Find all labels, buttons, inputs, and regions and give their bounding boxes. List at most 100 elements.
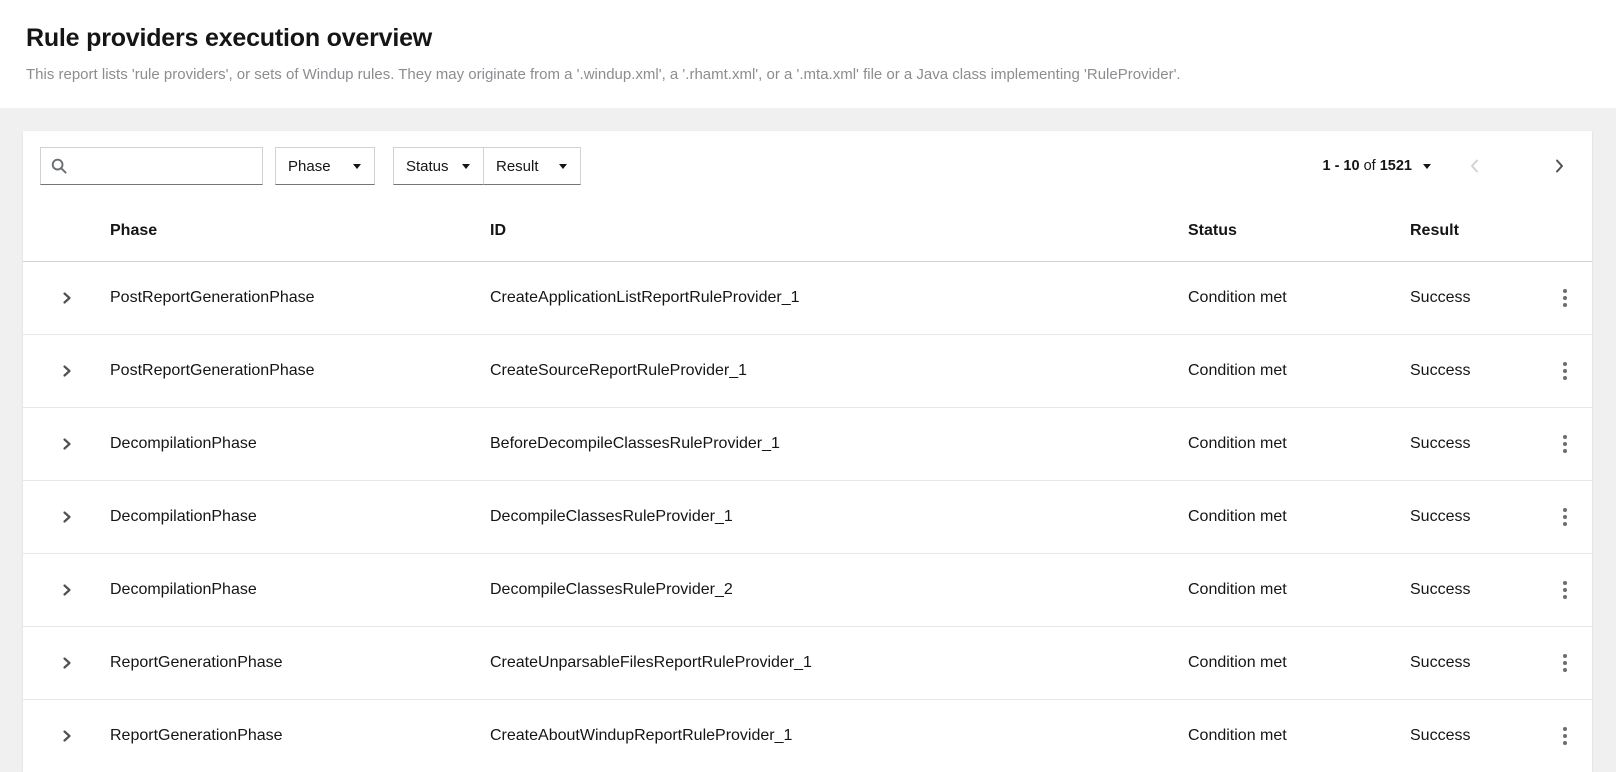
cell-id: CreateAboutWindupReportRuleProvider_1 (490, 727, 1188, 745)
row-actions-kebab-button[interactable] (1557, 502, 1573, 532)
row-actions-kebab-button[interactable] (1557, 648, 1573, 678)
chevron-right-icon (60, 656, 74, 670)
expand-row-button[interactable] (54, 431, 80, 457)
rule-providers-table: Phase ID Status Result PostReportGenerat… (23, 201, 1592, 772)
row-actions-kebab-button[interactable] (1557, 283, 1573, 313)
chevron-right-icon (60, 583, 74, 597)
kebab-icon (1563, 654, 1567, 672)
column-header-status: Status (1188, 222, 1410, 240)
table-row: DecompilationPhase BeforeDecompileClasse… (23, 408, 1592, 481)
table-row: DecompilationPhase DecompileClassesRuleP… (23, 481, 1592, 554)
kebab-icon (1563, 508, 1567, 526)
pagination-menu-toggle[interactable]: 1 - 10 of 1521 (1322, 158, 1431, 174)
cell-phase: ReportGenerationPhase (110, 654, 490, 672)
page-description: This report lists 'rule providers', or s… (26, 66, 1588, 83)
cell-id: CreateSourceReportRuleProvider_1 (490, 362, 1188, 380)
kebab-icon (1563, 581, 1567, 599)
table-row: DecompilationPhase DecompileClassesRuleP… (23, 554, 1592, 627)
chevron-down-icon (353, 164, 361, 169)
status-filter-label: Status (406, 158, 449, 175)
cell-id: CreateUnparsableFilesReportRuleProvider_… (490, 654, 1188, 672)
cell-status: Condition met (1188, 581, 1410, 599)
kebab-icon (1563, 435, 1567, 453)
chevron-down-icon (559, 164, 567, 169)
cell-phase: DecompilationPhase (110, 435, 490, 453)
previous-page-button[interactable] (1469, 158, 1480, 174)
table-row: PostReportGenerationPhase CreateSourceRe… (23, 335, 1592, 408)
row-actions-kebab-button[interactable] (1557, 575, 1573, 605)
cell-status: Condition met (1188, 435, 1410, 453)
column-header-id: ID (490, 222, 1188, 240)
table-toolbar: Phase Status Result 1 - 10 of 1521 (23, 131, 1592, 201)
cell-id: CreateApplicationListReportRuleProvider_… (490, 289, 1188, 307)
table-row: ReportGenerationPhase CreateUnparsableFi… (23, 627, 1592, 700)
chevron-right-icon (60, 291, 74, 305)
chevron-down-icon (1423, 164, 1431, 169)
cell-status: Condition met (1188, 362, 1410, 380)
cell-status: Condition met (1188, 289, 1410, 307)
table-row: ReportGenerationPhase CreateAboutWindupR… (23, 700, 1592, 772)
result-filter-dropdown[interactable]: Result (484, 147, 581, 185)
row-actions-kebab-button[interactable] (1557, 429, 1573, 459)
search-box (40, 147, 263, 185)
column-header-result: Result (1410, 222, 1537, 240)
expand-row-button[interactable] (54, 504, 80, 530)
pagination-range: 1 - 10 of 1521 (1322, 158, 1412, 174)
row-actions-kebab-button[interactable] (1557, 356, 1573, 386)
status-filter-dropdown[interactable]: Status (393, 147, 484, 185)
table-row: PostReportGenerationPhase CreateApplicat… (23, 262, 1592, 335)
chevron-down-icon (462, 164, 470, 169)
expand-row-button[interactable] (54, 358, 80, 384)
search-input[interactable] (75, 158, 254, 175)
pagination-of-label: of (1364, 158, 1376, 174)
expand-row-button[interactable] (54, 723, 80, 749)
chevron-right-icon (1554, 158, 1565, 174)
expand-row-button[interactable] (54, 577, 80, 603)
expand-row-button[interactable] (54, 650, 80, 676)
cell-id: DecompileClassesRuleProvider_1 (490, 508, 1188, 526)
expand-row-button[interactable] (54, 285, 80, 311)
page-header: Rule providers execution overview This r… (0, 0, 1616, 108)
next-page-button[interactable] (1554, 158, 1565, 174)
chevron-right-icon (60, 364, 74, 378)
kebab-icon (1563, 289, 1567, 307)
row-actions-kebab-button[interactable] (1557, 721, 1573, 751)
column-header-phase: Phase (110, 222, 490, 240)
cell-id: DecompileClassesRuleProvider_2 (490, 581, 1188, 599)
chevron-left-icon (1469, 158, 1480, 174)
cell-result: Success (1410, 654, 1537, 672)
cell-result: Success (1410, 727, 1537, 745)
chevron-right-icon (60, 729, 74, 743)
kebab-icon (1563, 362, 1567, 380)
filter-group: Status Result (393, 147, 581, 185)
result-filter-label: Result (496, 158, 539, 175)
table-header-row: Phase ID Status Result (23, 201, 1592, 262)
cell-result: Success (1410, 362, 1537, 380)
content-area: Phase Status Result 1 - 10 of 1521 (0, 108, 1616, 772)
cell-result: Success (1410, 508, 1537, 526)
pagination: 1 - 10 of 1521 (1322, 158, 1565, 174)
cell-status: Condition met (1188, 727, 1410, 745)
cell-phase: DecompilationPhase (110, 508, 490, 526)
cell-status: Condition met (1188, 654, 1410, 672)
search-icon (51, 158, 67, 174)
cell-status: Condition met (1188, 508, 1410, 526)
cell-phase: ReportGenerationPhase (110, 727, 490, 745)
pagination-range-current: 1 - 10 (1322, 158, 1359, 174)
kebab-icon (1563, 727, 1567, 745)
phase-filter-dropdown[interactable]: Phase (275, 147, 375, 185)
pagination-total: 1521 (1380, 158, 1412, 174)
phase-filter-label: Phase (288, 158, 331, 175)
cell-phase: PostReportGenerationPhase (110, 362, 490, 380)
table-body: PostReportGenerationPhase CreateApplicat… (23, 262, 1592, 772)
page-title: Rule providers execution overview (26, 24, 1588, 53)
cell-phase: PostReportGenerationPhase (110, 289, 490, 307)
chevron-right-icon (60, 437, 74, 451)
cell-phase: DecompilationPhase (110, 581, 490, 599)
cell-id: BeforeDecompileClassesRuleProvider_1 (490, 435, 1188, 453)
cell-result: Success (1410, 581, 1537, 599)
rule-providers-card: Phase Status Result 1 - 10 of 1521 (23, 131, 1592, 772)
chevron-right-icon (60, 510, 74, 524)
cell-result: Success (1410, 435, 1537, 453)
cell-result: Success (1410, 289, 1537, 307)
